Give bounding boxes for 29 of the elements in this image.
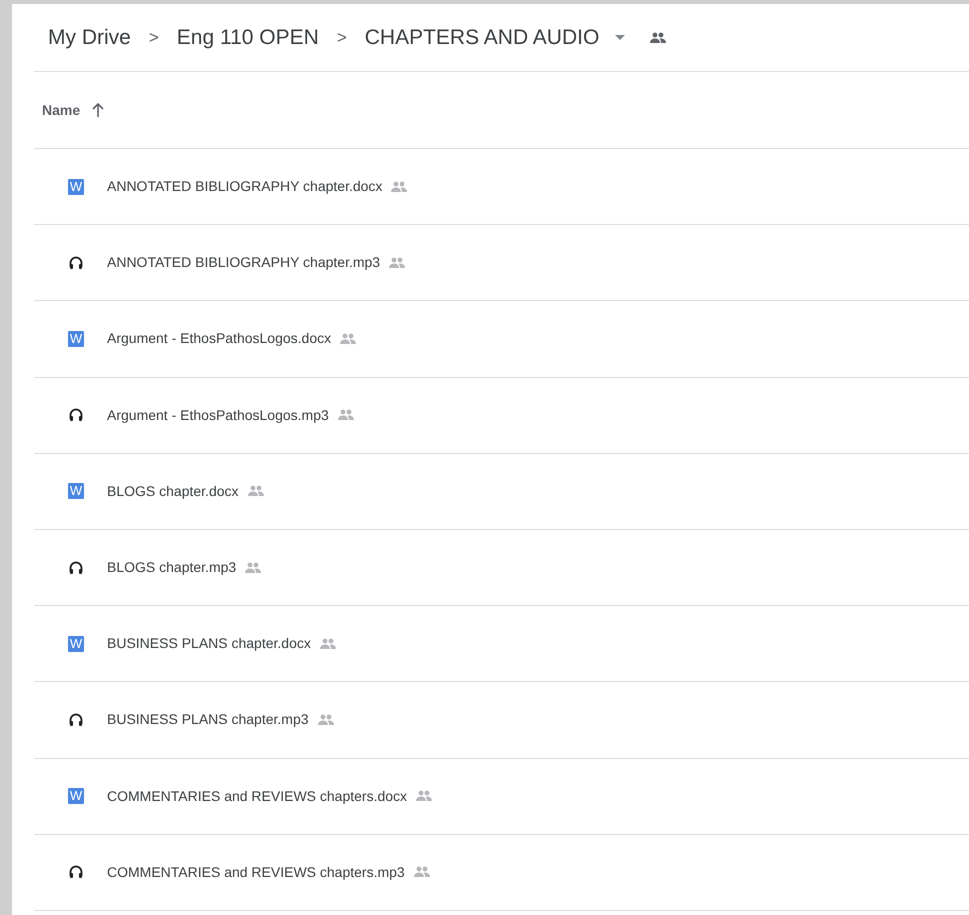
headphones-icon [68,864,84,880]
headphones-icon [68,712,84,728]
word-document-icon: W [68,636,84,652]
dropdown-caret-icon[interactable] [615,35,626,40]
breadcrumb-link[interactable]: Eng 110 OPEN [176,22,319,54]
file-name[interactable]: BLOGS chapter.mp3 [107,557,236,578]
breadcrumb-link[interactable]: CHAPTERS AND AUDIO [364,22,600,54]
file-name[interactable]: BUSINESS PLANS chapter.docx [107,633,311,654]
word-document-icon: W [68,330,84,347]
file-name[interactable]: ANNOTATED BIBLIOGRAPHY chapter.mp3 [107,252,380,274]
file-name[interactable]: BUSINESS PLANS chapter.mp3 [107,709,309,730]
headphones-icon [68,407,84,424]
chevron-separator: > [336,26,347,49]
word-document-icon: W [68,178,84,195]
file-name[interactable]: COMMENTARIES and REVIEWS chapters.mp3 [107,862,405,883]
headphones-icon [68,254,84,271]
file-name[interactable]: Argument - EthosPathosLogos.docx [107,328,332,350]
file-name[interactable]: ANNOTATED BIBLIOGRAPHY chapter.docx [107,176,382,198]
sort-up-arrow-icon[interactable] [92,103,104,117]
headphones-icon [68,560,84,576]
shared-people-icon [649,32,668,44]
file-name[interactable]: BLOGS chapter.docx [107,480,239,502]
chevron-separator: > [148,26,159,49]
word-document-icon: W [68,788,84,804]
file-name[interactable]: COMMENTARIES and REVIEWS chapters.docx [107,786,408,807]
word-document-icon: W [68,483,84,500]
breadcrumb-link[interactable]: My Drive [48,22,131,54]
column-header[interactable]: Name [42,100,80,120]
file-name[interactable]: Argument - EthosPathosLogos.mp3 [107,404,329,426]
